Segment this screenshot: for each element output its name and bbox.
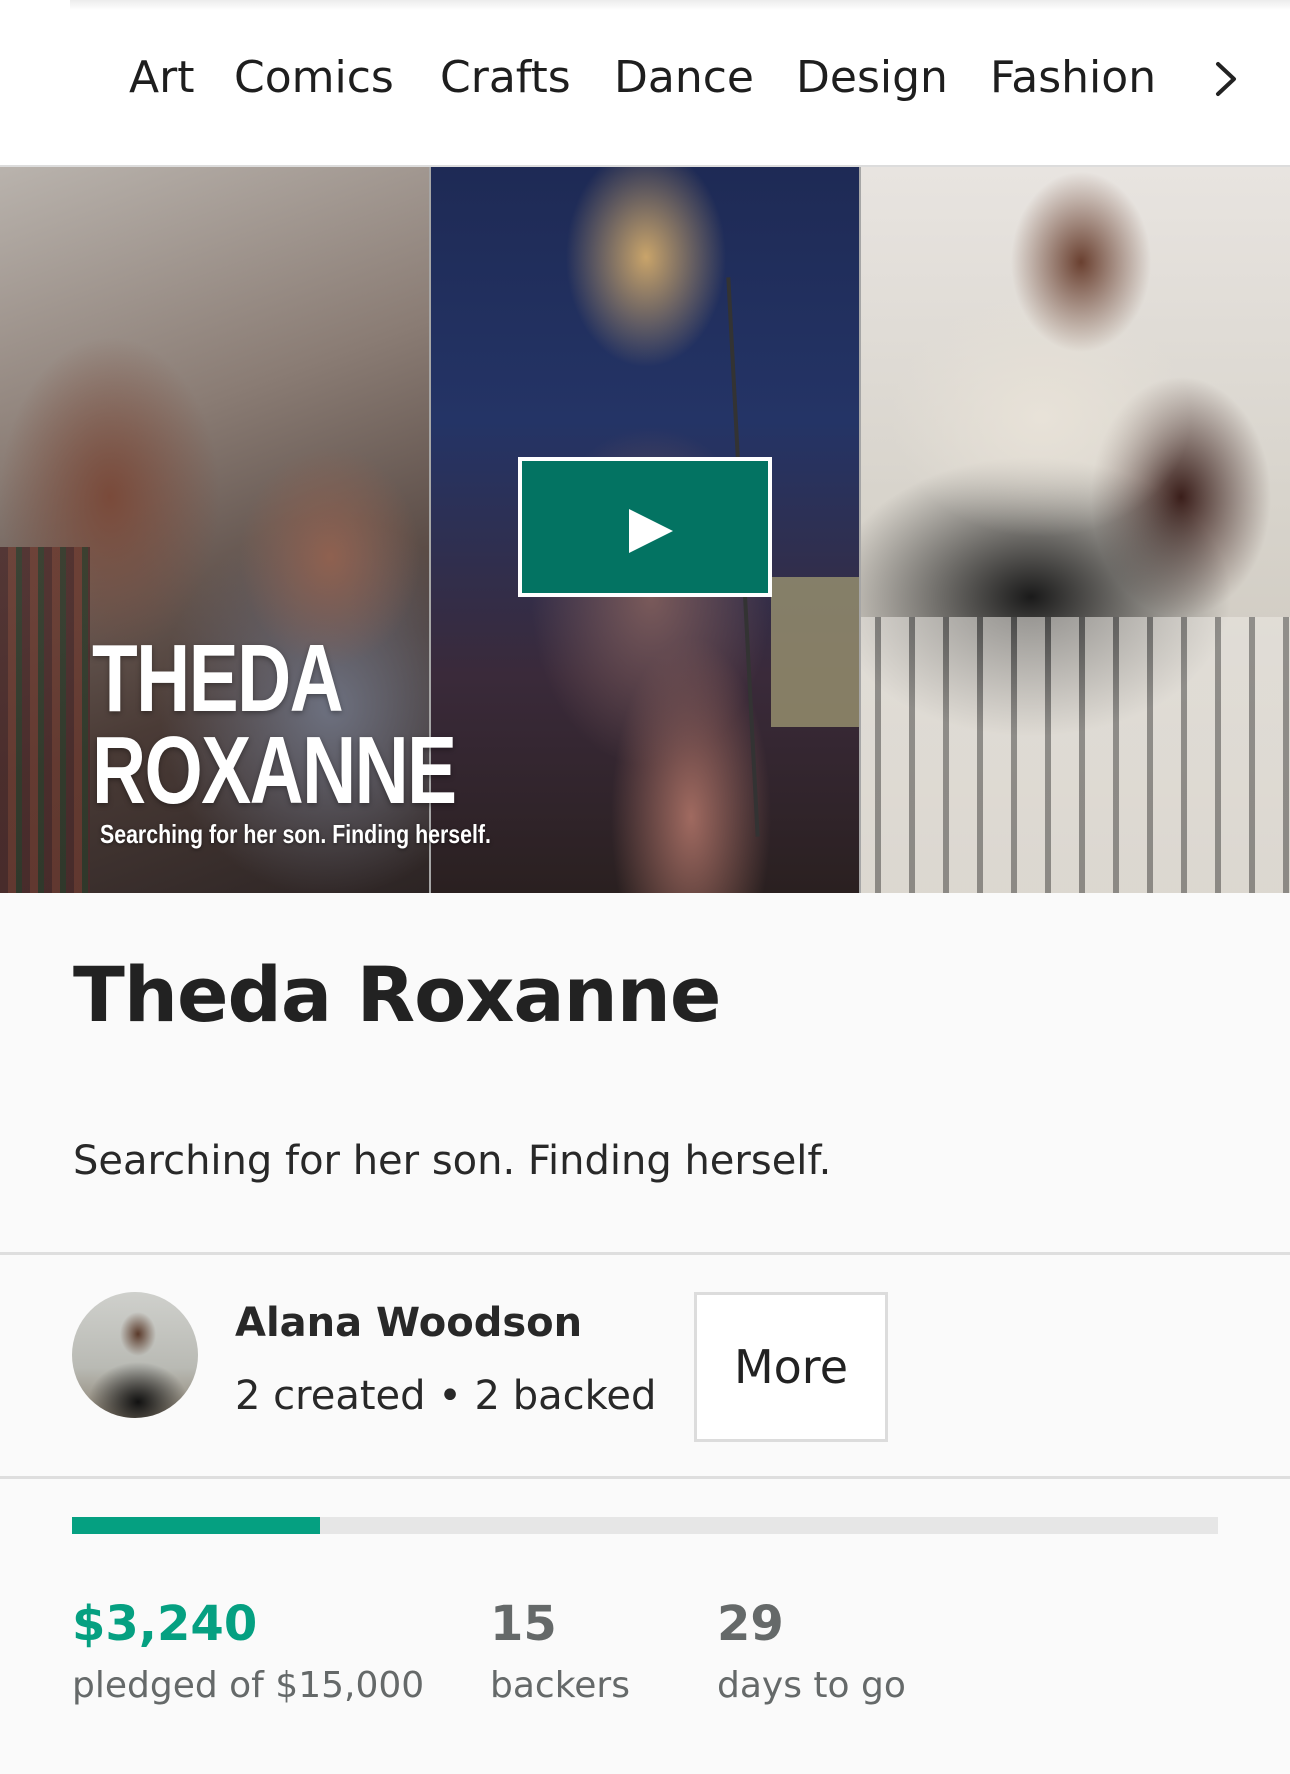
backers-count: 15 <box>490 1596 557 1652</box>
nav-top-shadow <box>70 0 1290 10</box>
backers-label: backers <box>490 1665 630 1706</box>
chevron-right-icon[interactable] <box>1208 58 1242 100</box>
hero-title-line1: THEDA <box>92 625 344 732</box>
hero-divider <box>859 167 861 893</box>
days-label: days to go <box>717 1665 906 1706</box>
creator-avatar[interactable] <box>72 1292 198 1418</box>
category-dance[interactable]: Dance <box>614 48 754 108</box>
category-crafts[interactable]: Crafts <box>440 48 571 108</box>
category-comics[interactable]: Comics <box>234 48 394 108</box>
more-button[interactable]: More <box>694 1292 888 1442</box>
category-art[interactable]: Art <box>129 48 194 108</box>
creator-stats: 2 created • 2 backed <box>235 1373 657 1419</box>
hero-title-line2: ROXANNE <box>92 717 457 824</box>
creator-name[interactable]: Alana Woodson <box>235 1300 582 1346</box>
project-title: Theda Roxanne <box>73 950 721 1039</box>
category-nav: Art Comics Crafts Dance Design Fashion <box>0 0 1290 167</box>
divider <box>0 1252 1290 1255</box>
play-button[interactable] <box>518 457 772 597</box>
hero-photo-right <box>861 167 1290 893</box>
funding-progress-bar <box>72 1517 1218 1534</box>
pledged-amount: $3,240 <box>72 1596 258 1652</box>
category-design[interactable]: Design <box>796 48 948 108</box>
days-count: 29 <box>717 1596 784 1652</box>
funding-progress-fill <box>72 1517 320 1534</box>
divider <box>0 1476 1290 1479</box>
project-video[interactable]: THEDA ROXANNE Searching for her son. Fin… <box>0 167 1290 893</box>
pledged-label: pledged of $15,000 <box>72 1665 425 1706</box>
project-blurb: Searching for her son. Finding herself. <box>73 1138 832 1184</box>
category-fashion[interactable]: Fashion <box>990 48 1156 108</box>
play-icon <box>629 509 673 553</box>
hero-subtitle: Searching for her son. Finding herself. <box>100 819 491 849</box>
hero-title: THEDA ROXANNE <box>92 625 457 824</box>
